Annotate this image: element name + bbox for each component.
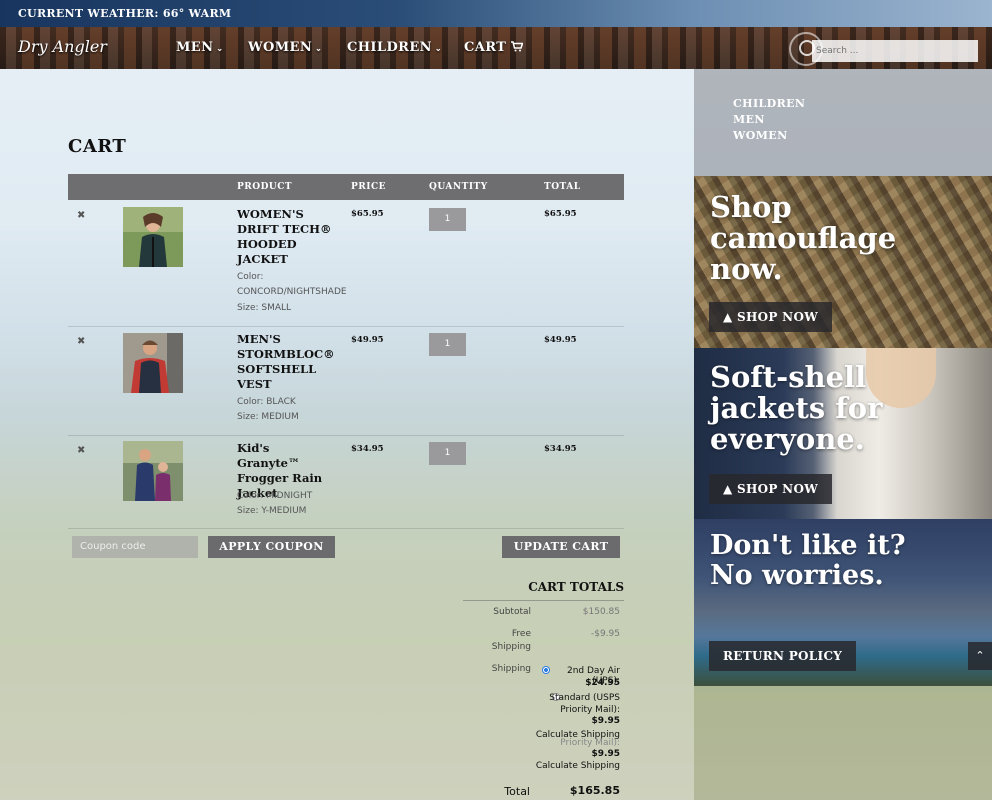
totals-divider [463, 600, 624, 601]
free-shipping-label: Shipping [491, 642, 531, 652]
product-size: Size: MEDIUM [237, 412, 299, 422]
shop-camouflage-button[interactable]: ▲ SHOP NOW [709, 302, 832, 332]
ghost-shipping-label: Priority Mail): [560, 738, 620, 748]
shipping-option-price: $24.95 [585, 678, 620, 688]
quantity-input[interactable]: 1 [429, 442, 466, 465]
line-total: $49.95 [544, 335, 577, 345]
nav-item-men[interactable]: MEN ⌄ [176, 40, 224, 55]
nav-item-women[interactable]: WOMEN ⌄ [248, 40, 322, 55]
remove-item-icon[interactable]: ✖ [77, 445, 85, 456]
order-total-value: $165.85 [569, 784, 620, 797]
quantity-input[interactable]: 1 [429, 208, 466, 231]
cart-totals-title: CART TOTALS [528, 580, 624, 594]
return-policy-button[interactable]: RETURN POLICY [709, 641, 857, 671]
free-shipping-label: Free [511, 629, 531, 639]
promo-headline-line: camouflage [710, 221, 897, 255]
column-header-quantity: QUANTITY [429, 182, 488, 192]
order-total-label: Total [504, 785, 530, 798]
ghost-shipping-price: $9.95 [591, 749, 620, 759]
chevron-down-icon: ⌄ [216, 42, 224, 53]
free-shipping-value: -$9.95 [590, 629, 620, 639]
promo-headline-line: Soft-shell [710, 360, 867, 394]
product-thumbnail[interactable] [123, 333, 183, 393]
remove-item-icon[interactable]: ✖ [77, 210, 85, 221]
chevron-down-icon: ⌄ [315, 42, 323, 53]
coupon-input[interactable]: Coupon code [72, 536, 198, 558]
update-cart-button[interactable]: UPDATE CART [502, 536, 620, 558]
back-to-top-button[interactable]: ⌃ [968, 642, 992, 670]
remove-item-icon[interactable]: ✖ [77, 336, 85, 347]
search-input[interactable] [812, 40, 978, 62]
line-total: $65.95 [544, 209, 577, 219]
nav-item-cart[interactable]: CART [464, 40, 524, 55]
product-color: Color: MIDNIGHT [237, 491, 313, 501]
button-label: SHOP NOW [737, 482, 818, 496]
tree-icon: ▲ [723, 482, 733, 496]
promo-headline: Don't like it? No worries. [710, 531, 906, 591]
product-size: Size: Y-MEDIUM [237, 506, 307, 516]
shipping-label: Shipping [491, 664, 531, 674]
quantity-input[interactable]: 1 [429, 333, 466, 356]
subtotal-label: Subtotal [493, 607, 531, 617]
sidebar-categories: CHILDREN MEN WOMEN [694, 69, 992, 176]
nav-item-label: WOMEN [248, 40, 313, 55]
tree-icon: ▲ [723, 310, 733, 324]
nav-item-label: CHILDREN [347, 40, 432, 55]
sidebar-item-men[interactable]: MEN [733, 113, 765, 126]
chevron-up-icon: ⌃ [975, 649, 985, 662]
column-header-price: PRICE [351, 182, 386, 192]
line-total: $34.95 [544, 444, 577, 454]
promo-headline-line: Shop [710, 190, 792, 224]
product-thumbnail[interactable] [123, 441, 183, 501]
product-size: Size: SMALL [237, 303, 292, 313]
shipping-option-price: $9.95 [591, 716, 620, 726]
product-color: CONCORD/NIGHTSHADE [237, 287, 347, 297]
nav-item-label: CART [464, 40, 507, 55]
promo-headline-line: everyone. [710, 422, 865, 456]
promo-headline-line: jackets for [710, 391, 883, 425]
promo-headline: Shop camouflage now. [710, 192, 896, 285]
row-divider [68, 528, 624, 529]
nav-item-children[interactable]: CHILDREN ⌄ [347, 40, 442, 55]
promo-camouflage[interactable]: Shop camouflage now. ▲ SHOP NOW [694, 176, 992, 348]
chevron-down-icon: ⌄ [434, 42, 443, 53]
column-header-total: TOTAL [544, 182, 581, 192]
promo-softshell[interactable]: Soft-shell jackets for everyone. ▲ SHOP … [694, 348, 992, 519]
main-navigation: Dry Angler MEN ⌄ WOMEN ⌄ CHILDREN ⌄ CART [0, 27, 992, 69]
table-row: ✖ WOMEN'S DRIFT TECH® HOODED JACKET Colo… [68, 200, 624, 326]
shop-softshell-button[interactable]: ▲ SHOP NOW [709, 474, 832, 504]
shipping-option-label: Priority Mail): [560, 705, 620, 715]
promo-headline-line: Don't like it? [710, 530, 906, 561]
shipping-option-label[interactable]: Standard (USPS [540, 693, 620, 703]
product-name[interactable]: MEN'S STORMBLOC® SOFTSHELL VEST [237, 332, 335, 392]
column-header-product: PRODUCT [237, 182, 293, 192]
site-logo[interactable]: Dry Angler [18, 37, 107, 56]
subtotal-value: $150.85 [582, 607, 620, 617]
product-price: $65.95 [351, 209, 384, 219]
cart-table-header: PRODUCT PRICE QUANTITY TOTAL [68, 174, 624, 200]
product-price: $34.95 [351, 444, 384, 454]
table-row: ✖ MEN'S STORMBLOC® SOFTSHELL VEST Color:… [68, 327, 624, 435]
product-color: Color: BLACK [237, 397, 296, 407]
product-thumbnail[interactable] [123, 207, 183, 267]
sidebar-item-children[interactable]: CHILDREN [733, 97, 805, 110]
product-color-label: Color: [237, 272, 264, 282]
sidebar-item-women[interactable]: WOMEN [733, 129, 788, 142]
apply-coupon-button[interactable]: APPLY COUPON [208, 536, 335, 558]
promo-return-policy[interactable]: Don't like it? No worries. RETURN POLICY [694, 519, 992, 686]
table-row: ✖ Kid's Granyte™ Frogger Rain Jacket Col… [68, 436, 624, 528]
promo-headline-line: No worries. [710, 560, 884, 591]
weather-text: CURRENT WEATHER: 66° WARM [18, 7, 232, 20]
button-label: SHOP NOW [737, 310, 818, 324]
promo-headline-line: now. [710, 252, 783, 286]
product-price: $49.95 [351, 335, 384, 345]
product-name[interactable]: WOMEN'S DRIFT TECH® HOODED JACKET [237, 207, 335, 267]
cart-icon [511, 41, 524, 52]
weather-bar: CURRENT WEATHER: 66° WARM [0, 0, 992, 27]
nav-item-label: MEN [176, 40, 214, 55]
promo-headline: Soft-shell jackets for everyone. [710, 362, 882, 455]
page-title: CART [68, 136, 127, 157]
calculate-shipping-link[interactable]: Calculate Shipping [520, 761, 620, 771]
